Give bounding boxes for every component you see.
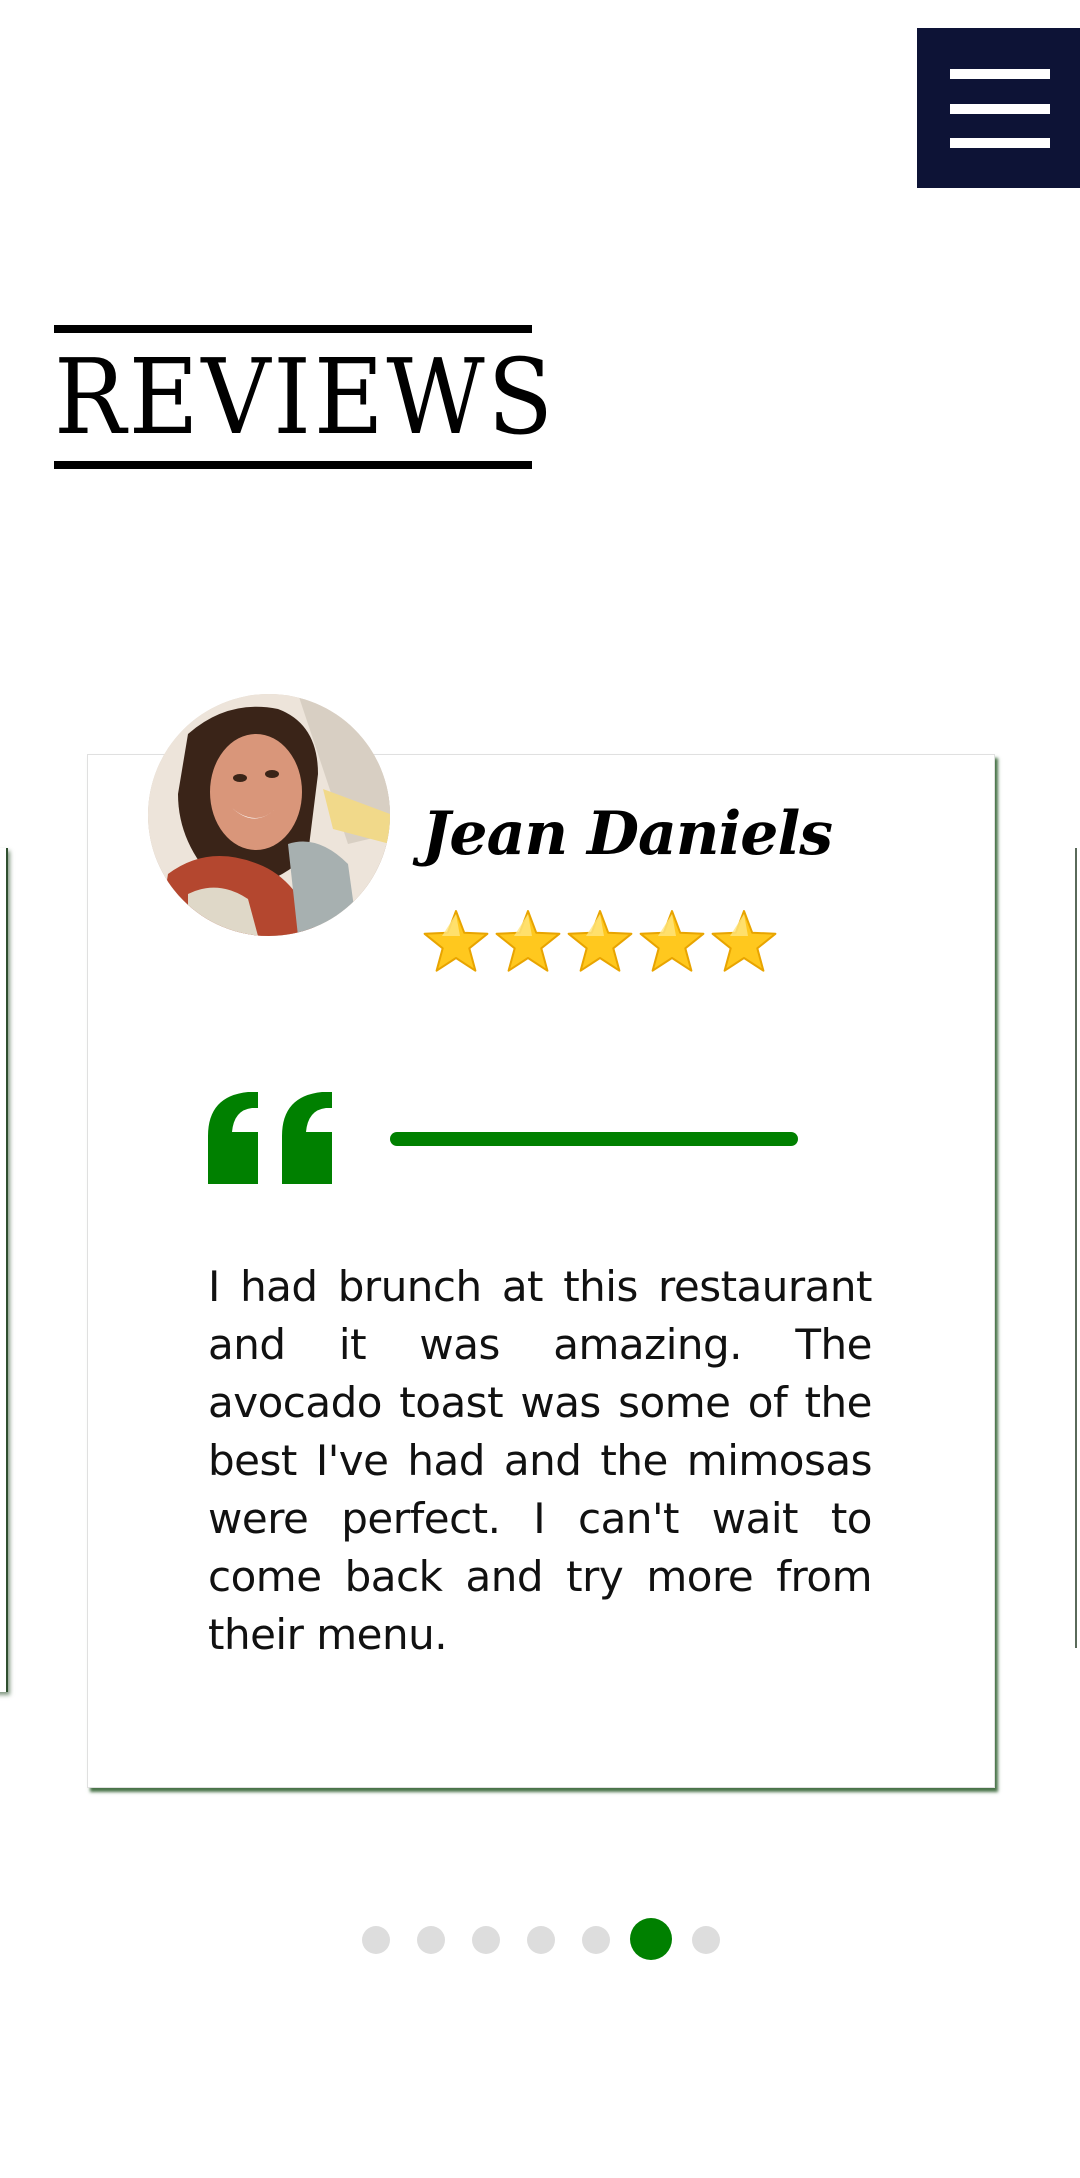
pagination-dot[interactable] — [362, 1926, 390, 1954]
carousel-pagination — [350, 1918, 730, 1962]
pagination-dot[interactable] — [417, 1926, 445, 1954]
pagination-dot[interactable] — [630, 1918, 672, 1960]
star-icon — [495, 910, 561, 972]
reviewer-name: Jean Daniels — [422, 799, 833, 869]
star-rating — [420, 906, 780, 978]
quote-mark-icon — [208, 1092, 332, 1184]
menu-button[interactable] — [917, 28, 1080, 188]
quote-divider — [390, 1132, 798, 1146]
pagination-dot[interactable] — [692, 1926, 720, 1954]
page-title-frame: REVIEWS — [54, 325, 556, 469]
review-text: I had brunch at this restaurant and it w… — [208, 1262, 873, 1659]
hamburger-menu-icon-bar — [950, 104, 1050, 114]
hamburger-menu-icon-bar — [950, 69, 1050, 79]
page-title: REVIEWS — [54, 336, 556, 458]
star-icon — [423, 910, 489, 972]
star-icon — [639, 910, 705, 972]
hamburger-menu-icon-bar — [950, 138, 1050, 148]
reviewer-photo — [148, 694, 390, 936]
next-review-card-edge[interactable] — [1075, 848, 1080, 1648]
pagination-dot[interactable] — [582, 1926, 610, 1954]
star-icon — [711, 910, 777, 972]
reviewer-avatar — [148, 694, 390, 936]
pagination-dot[interactable] — [472, 1926, 500, 1954]
pagination-dot[interactable] — [527, 1926, 555, 1954]
star-icon — [567, 910, 633, 972]
previous-review-card-edge[interactable] — [0, 848, 8, 1692]
